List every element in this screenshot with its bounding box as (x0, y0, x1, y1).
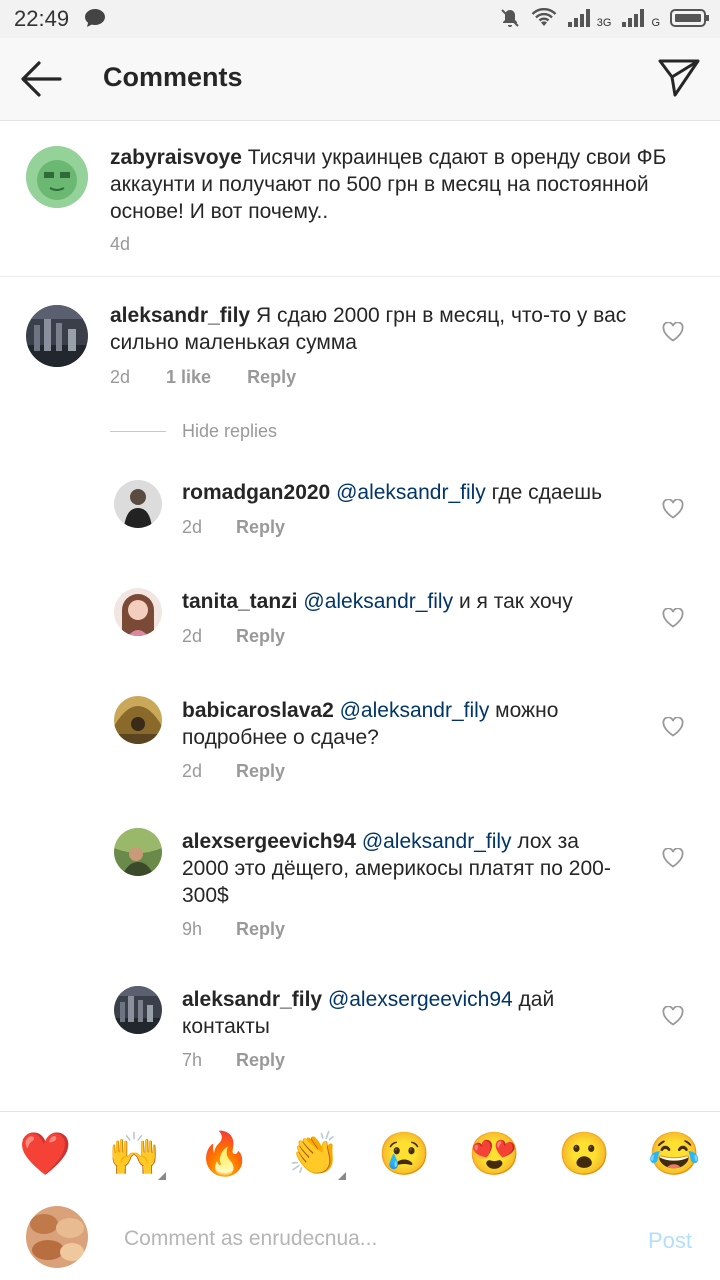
like-heart-icon[interactable] (662, 716, 684, 737)
laughing-emoji-button[interactable]: 😂 (648, 1128, 700, 1180)
heart-eyes-emoji-button[interactable]: 😍 (468, 1128, 520, 1180)
reply-time: 2d (182, 626, 203, 646)
reply-mention[interactable]: @aleksandr_fily (303, 590, 453, 613)
like-heart-icon[interactable] (662, 607, 684, 628)
post-caption-text: zabyraisvoye Тисячи украинцев сдают в ор… (110, 144, 680, 225)
reply-username[interactable]: alexsergeevich94 (182, 830, 356, 853)
comment-composer: Post (0, 1196, 720, 1280)
reply-mention[interactable]: @alexsergeevich94 (328, 988, 513, 1011)
heart-emoji-button[interactable]: ❤️ (19, 1128, 71, 1180)
comment-text: aleksandr_fily Я сдаю 2000 грн в месяц, … (110, 302, 640, 356)
skin-tone-indicator (338, 1172, 346, 1180)
reply-body: где сдаешь (491, 481, 603, 504)
reply-text: babicaroslava2 @aleksandr_fily можно под… (182, 697, 622, 751)
reply-body: и я так хочу (458, 590, 573, 613)
reply-time: 9h (182, 919, 203, 939)
clap-emoji-button[interactable]: 👏 (288, 1128, 346, 1180)
reply-mention[interactable]: @aleksandr_fily (340, 699, 490, 722)
skin-tone-indicator (158, 1172, 166, 1180)
reply-username[interactable]: babicaroslava2 (182, 699, 334, 722)
chat-bubble-icon (84, 8, 106, 33)
reply-meta: 9h Reply (182, 919, 285, 940)
avatar[interactable] (114, 588, 162, 636)
raised-hands-emoji-button[interactable]: 🙌 (108, 1128, 166, 1180)
reply-username[interactable]: tanita_tanzi (182, 590, 298, 613)
reply-time: 2d (182, 517, 203, 537)
raised-hands-emoji: 🙌 (108, 1130, 161, 1177)
clap-emoji: 👏 (288, 1130, 341, 1177)
direct-send-icon[interactable] (658, 58, 700, 98)
avatar[interactable] (114, 828, 162, 876)
like-heart-icon[interactable] (662, 498, 684, 519)
avatar[interactable] (26, 146, 88, 208)
reply-button[interactable]: Reply (247, 367, 296, 388)
reply-time: 7h (182, 1050, 203, 1070)
reply-text: alexsergeevich94 @aleksandr_fily лох за … (182, 828, 622, 909)
divider (110, 431, 166, 432)
like-heart-icon[interactable] (662, 321, 684, 342)
comment-input[interactable] (122, 1222, 606, 1256)
crying-emoji-button[interactable]: 😢 (378, 1128, 430, 1180)
comment-username[interactable]: aleksandr_fily (110, 304, 250, 327)
reply-button[interactable]: Reply (236, 761, 285, 782)
reply-mention[interactable]: @aleksandr_fily (336, 481, 486, 504)
reply-meta: 2d Reply (182, 517, 285, 538)
like-heart-icon[interactable] (662, 1005, 684, 1026)
reply-meta: 7h Reply (182, 1050, 285, 1071)
signal-icon (567, 8, 593, 28)
fire-emoji-button[interactable]: 🔥 (198, 1128, 250, 1180)
reply-meta: 2d Reply (182, 761, 285, 782)
reply-text: tanita_tanzi @aleksandr_fily и я так хоч… (182, 588, 642, 615)
reply-button[interactable]: Reply (236, 919, 285, 940)
hide-replies-button[interactable]: Hide replies (182, 421, 277, 442)
reply-username[interactable]: romadgan2020 (182, 481, 330, 504)
reply-meta: 2d Reply (182, 626, 285, 647)
comment-likes[interactable]: 1 like (166, 367, 211, 388)
divider (0, 276, 720, 277)
post-username[interactable]: zabyraisvoye (110, 146, 242, 169)
post-button[interactable]: Post (648, 1228, 692, 1254)
status-time: 22:49 (14, 6, 70, 31)
post-meta: 4d (110, 234, 130, 255)
signal-icon-2 (621, 8, 647, 28)
like-heart-icon[interactable] (662, 847, 684, 868)
post-time: 4d (110, 234, 131, 254)
surprised-emoji-button[interactable]: 😮 (558, 1128, 610, 1180)
reply-username[interactable]: aleksandr_fily (182, 988, 322, 1011)
avatar[interactable] (26, 305, 88, 367)
avatar[interactable] (114, 986, 162, 1034)
back-arrow-icon[interactable] (20, 60, 62, 98)
avatar[interactable] (114, 696, 162, 744)
comment-meta: 2d 1 like Reply (110, 367, 296, 388)
reply-mention[interactable]: @aleksandr_fily (362, 830, 512, 853)
avatar[interactable] (114, 480, 162, 528)
status-icons: 3G G (499, 7, 710, 29)
reply-text: romadgan2020 @aleksandr_fily где сдаешь (182, 479, 642, 506)
reply-text: aleksandr_fily @alexsergeevich94 дай кон… (182, 986, 622, 1040)
battery-icon (670, 8, 710, 28)
mute-bell-icon (499, 7, 521, 29)
status-bar: 22:49 3G G (0, 0, 720, 38)
avatar (26, 1206, 88, 1268)
reply-time: 2d (182, 761, 203, 781)
top-app-bar: Comments (0, 38, 720, 121)
network-g-label: G (651, 17, 660, 29)
emoji-quick-bar: ❤️ 🙌 🔥 👏 😢 😍 😮 😂 (0, 1111, 720, 1197)
network-3g-label: 3G (596, 17, 612, 29)
reply-button[interactable]: Reply (236, 517, 285, 538)
comment-time: 2d (110, 367, 131, 387)
page-title: Comments (103, 62, 243, 92)
reply-button[interactable]: Reply (236, 626, 285, 647)
wifi-icon (531, 8, 557, 28)
reply-button[interactable]: Reply (236, 1050, 285, 1071)
